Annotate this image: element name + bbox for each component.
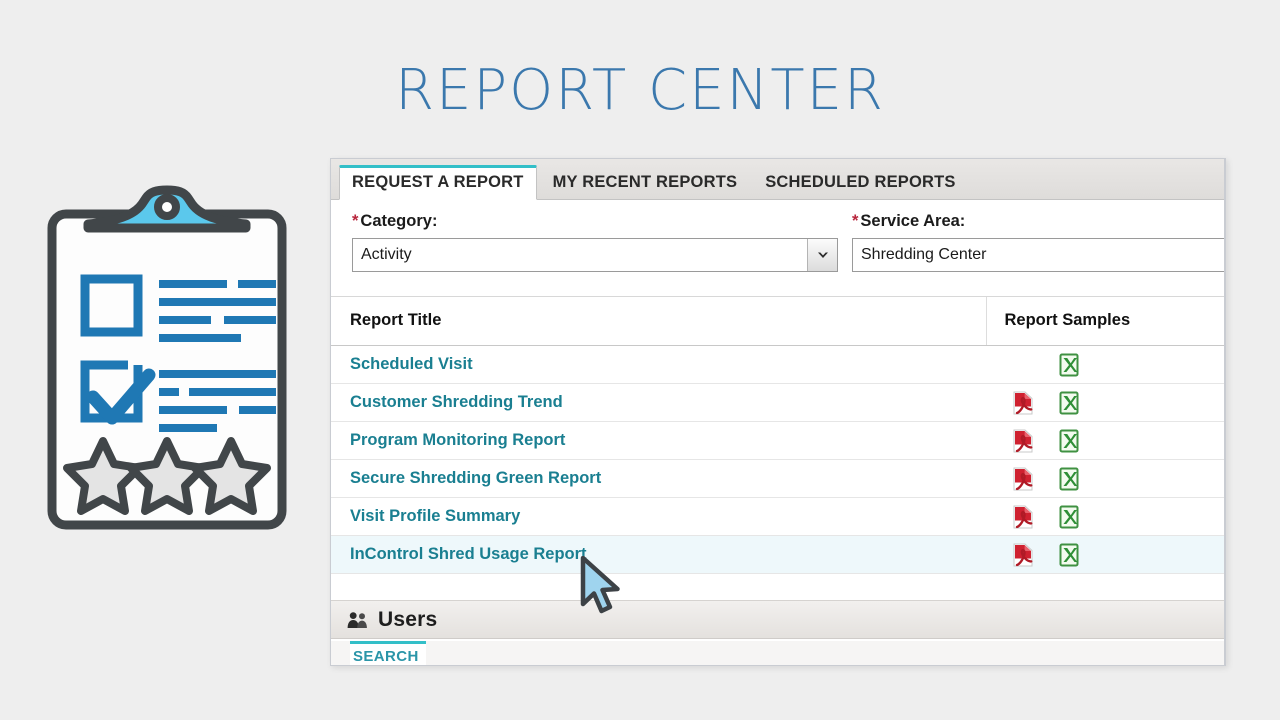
- users-subtab-strip: SEARCH: [331, 640, 1224, 665]
- users-section-header: Users: [331, 600, 1224, 639]
- table-row[interactable]: Visit Profile Summary: [331, 497, 1224, 536]
- report-title-link[interactable]: Visit Profile Summary: [331, 507, 520, 526]
- pdf-sample-icon[interactable]: [1008, 543, 1038, 567]
- table-row[interactable]: Customer Shredding Trend: [331, 383, 1224, 422]
- service-area-value: Shredding Center: [861, 246, 987, 263]
- category-select-value: Activity: [361, 246, 412, 263]
- report-samples-cell: [986, 535, 1224, 574]
- table-header-row: Report Title Report Samples: [331, 296, 1224, 346]
- report-samples-cell: [986, 345, 1224, 384]
- table-row[interactable]: Scheduled Visit: [331, 345, 1224, 384]
- excel-sample-icon[interactable]: [1054, 467, 1084, 491]
- service-area-label: * Service Area:: [852, 212, 1224, 231]
- pdf-sample-icon[interactable]: [1008, 467, 1038, 491]
- tab-strip: REQUEST A REPORT MY RECENT REPORTS SCHED…: [331, 159, 1224, 200]
- service-area-input[interactable]: Shredding Center: [852, 238, 1224, 272]
- report-samples-cell: [986, 497, 1224, 536]
- report-samples-cell: [986, 421, 1224, 460]
- report-list-table: Report Title Report Samples Scheduled Vi…: [331, 296, 1224, 574]
- category-field-group: * Category: Activity: [352, 212, 838, 272]
- service-area-label-text: Service Area:: [860, 212, 966, 230]
- excel-sample-icon[interactable]: [1054, 353, 1084, 377]
- category-select[interactable]: Activity: [352, 238, 838, 272]
- report-title-link[interactable]: Program Monitoring Report: [331, 431, 565, 450]
- required-marker: *: [852, 212, 859, 230]
- pdf-sample-icon[interactable]: [1008, 429, 1038, 453]
- excel-sample-icon[interactable]: [1054, 543, 1084, 567]
- excel-sample-icon[interactable]: [1054, 429, 1084, 453]
- report-samples-cell: [986, 459, 1224, 498]
- report-title-cell: Visit Profile Summary: [331, 497, 986, 536]
- report-center-panel: REQUEST A REPORT MY RECENT REPORTS SCHED…: [330, 158, 1226, 666]
- category-label: * Category:: [352, 212, 838, 231]
- column-header-report-samples: Report Samples: [985, 296, 1224, 346]
- report-request-form: *Category: Activity *Service Area: Shr: [331, 200, 1224, 296]
- report-title-link[interactable]: Secure Shredding Green Report: [331, 469, 601, 488]
- report-title-cell: Customer Shredding Trend: [331, 383, 986, 422]
- page-title: REPORT CENTER: [395, 58, 885, 123]
- report-samples-cell: [986, 383, 1224, 422]
- subtab-label: SEARCH: [353, 648, 419, 665]
- report-title-link[interactable]: Scheduled Visit: [331, 355, 473, 374]
- pdf-sample-icon[interactable]: [1008, 505, 1038, 529]
- table-row[interactable]: InControl Shred Usage Report: [331, 535, 1224, 574]
- report-title-link[interactable]: Customer Shredding Trend: [331, 393, 563, 412]
- report-title-cell: Secure Shredding Green Report: [331, 459, 986, 498]
- category-label-text: Category:: [360, 212, 438, 230]
- tab-label: SCHEDULED REPORTS: [765, 172, 956, 191]
- tab-request-a-report[interactable]: REQUEST A REPORT: [339, 164, 537, 200]
- pdf-sample-icon[interactable]: [1008, 391, 1038, 415]
- clipboard-checklist-illustration: [46, 176, 288, 531]
- tab-label: REQUEST A REPORT: [352, 172, 524, 191]
- report-title-cell: Scheduled Visit: [331, 345, 986, 384]
- tab-label: MY RECENT REPORTS: [552, 172, 738, 191]
- column-header-report-title: Report Title: [331, 296, 986, 346]
- screen: REPORT CENTER REQUEST A REPORT MY RECENT…: [0, 0, 1280, 720]
- chevron-down-icon[interactable]: [807, 239, 837, 271]
- tab-my-recent-reports[interactable]: MY RECENT REPORTS: [541, 167, 750, 200]
- users-group-icon: [347, 611, 369, 629]
- subtab-search[interactable]: SEARCH: [350, 641, 426, 665]
- table-row[interactable]: Program Monitoring Report: [331, 421, 1224, 460]
- excel-sample-icon[interactable]: [1054, 391, 1084, 415]
- report-title-cell: InControl Shred Usage Report: [331, 535, 986, 574]
- excel-sample-icon[interactable]: [1054, 505, 1084, 529]
- table-row[interactable]: Secure Shredding Green Report: [331, 459, 1224, 498]
- users-section-title: Users: [378, 607, 438, 631]
- tab-scheduled-reports[interactable]: SCHEDULED REPORTS: [753, 167, 967, 200]
- report-title-link[interactable]: InControl Shred Usage Report: [331, 545, 587, 564]
- required-marker: *: [352, 212, 359, 230]
- report-title-cell: Program Monitoring Report: [331, 421, 986, 460]
- service-area-field-group: * Service Area: Shredding Center: [852, 212, 1224, 272]
